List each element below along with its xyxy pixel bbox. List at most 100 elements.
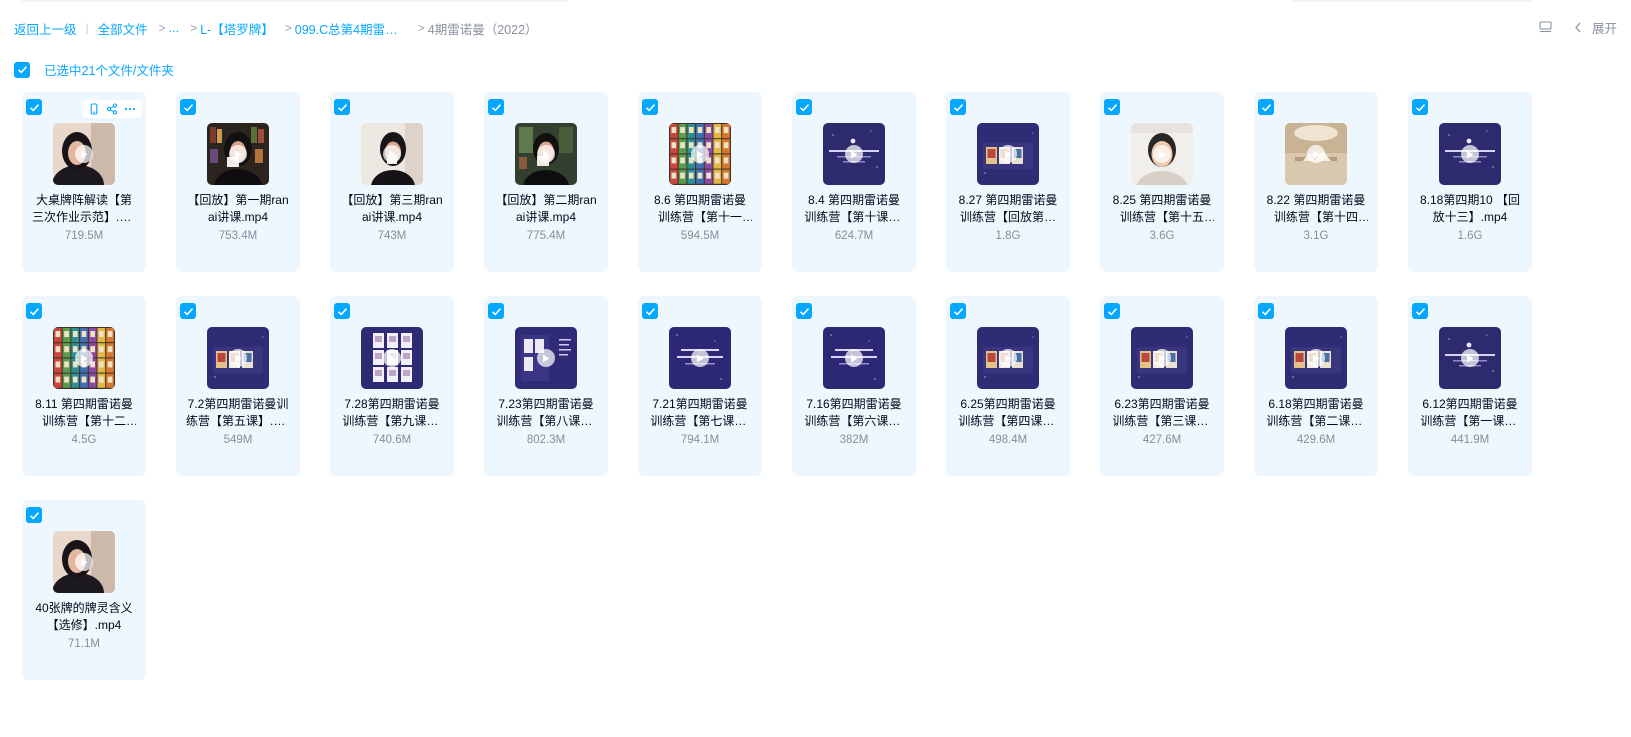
file-card[interactable]: 8.4 第四期雷诺曼训练营【第十课】.mp4 624.7M: [792, 92, 916, 272]
checkbox-checked-icon[interactable]: [796, 99, 812, 115]
video-thumbnail[interactable]: [823, 327, 885, 389]
video-thumbnail[interactable]: [1285, 327, 1347, 389]
video-thumbnail[interactable]: [207, 123, 269, 185]
share-icon[interactable]: [106, 103, 118, 115]
play-icon: [229, 145, 247, 163]
file-name[interactable]: 7.21第四期雷诺曼训练营【第七课】.mp4: [648, 396, 752, 430]
file-card[interactable]: 【回放】第二期ranai讲课.mp4 775.4M: [484, 92, 608, 272]
checkbox-checked-icon[interactable]: [1258, 99, 1274, 115]
file-name[interactable]: 8.4 第四期雷诺曼训练营【第十课】.mp4: [802, 192, 906, 226]
file-name[interactable]: 【回放】第三期ranai讲课.mp4: [340, 192, 444, 226]
breadcrumb-course[interactable]: 099.C总第4期雷诺曼训练营: [295, 19, 407, 38]
video-thumbnail[interactable]: [1285, 123, 1347, 185]
video-thumbnail[interactable]: [1131, 123, 1193, 185]
video-thumbnail[interactable]: [361, 123, 423, 185]
file-name[interactable]: 8.25 第四期雷诺曼训练营【第十五课】.mp4: [1110, 192, 1214, 226]
checkbox-checked-icon[interactable]: [1104, 99, 1120, 115]
select-all-checkbox[interactable]: 已选中21个文件/文件夹: [14, 60, 174, 79]
checkbox-checked-icon[interactable]: [642, 99, 658, 115]
file-name[interactable]: 6.23第四期雷诺曼训练营【第三课】.mp4: [1110, 396, 1214, 430]
file-card[interactable]: 6.25第四期雷诺曼训练营【第四课】.mp4 498.4M: [946, 296, 1070, 476]
breadcrumb-all-files[interactable]: 全部文件: [98, 19, 148, 38]
video-thumbnail[interactable]: [515, 123, 577, 185]
checkbox-checked-icon[interactable]: [796, 303, 812, 319]
video-thumbnail[interactable]: [977, 327, 1039, 389]
checkbox-checked-icon[interactable]: [642, 303, 658, 319]
checkbox-checked-icon[interactable]: [1412, 303, 1428, 319]
file-card[interactable]: 【回放】第一期ranai讲课.mp4 753.4M: [176, 92, 300, 272]
checkbox-checked-icon[interactable]: [14, 61, 30, 78]
file-card[interactable]: 8.11 第四期雷诺曼训练营【第十二课】.mp4 4.5G: [22, 296, 146, 476]
file-name[interactable]: 7.16第四期雷诺曼训练营【第六课】.mp4: [802, 396, 906, 430]
more-icon[interactable]: [124, 103, 136, 115]
video-thumbnail[interactable]: [669, 327, 731, 389]
video-thumbnail[interactable]: [977, 123, 1039, 185]
checkbox-checked-icon[interactable]: [180, 303, 196, 319]
play-icon: [1461, 349, 1479, 367]
breadcrumb-ellipsis[interactable]: ...: [169, 21, 179, 35]
checkbox-checked-icon[interactable]: [1412, 99, 1428, 115]
file-name[interactable]: 大桌牌阵解读【第三次作业示范】.mp4: [32, 192, 136, 226]
checkbox-checked-icon[interactable]: [180, 99, 196, 115]
video-thumbnail[interactable]: [823, 123, 885, 185]
file-card[interactable]: 8.6 第四期雷诺曼训练营【第十一课】.mp4 594.5M: [638, 92, 762, 272]
expand-button[interactable]: 展开: [1592, 18, 1617, 37]
file-name[interactable]: 40张牌的牌灵含义【选修】.mp4: [32, 600, 136, 634]
file-card[interactable]: 8.27 第四期雷诺曼训练营【回放第十六课】.mp4 1.8G: [946, 92, 1070, 272]
video-thumbnail[interactable]: [53, 123, 115, 185]
file-name[interactable]: 8.22 第四期雷诺曼训练营【第十四课】.mp4: [1264, 192, 1368, 226]
file-card[interactable]: 【回放】第三期ranai讲课.mp4 743M: [330, 92, 454, 272]
back-link[interactable]: 返回上一级: [14, 19, 77, 38]
file-name[interactable]: 7.28第四期雷诺曼训练营【第九课】.mp4: [340, 396, 444, 430]
checkbox-checked-icon[interactable]: [488, 99, 504, 115]
file-card[interactable]: 8.25 第四期雷诺曼训练营【第十五课】.mp4 3.6G: [1100, 92, 1224, 272]
video-thumbnail[interactable]: [1439, 327, 1501, 389]
video-thumbnail[interactable]: [53, 327, 115, 389]
file-card[interactable]: 40张牌的牌灵含义【选修】.mp4 71.1M: [22, 500, 146, 680]
file-name[interactable]: 8.18第四期10 【回放十三】.mp4: [1418, 192, 1522, 226]
file-card[interactable]: 7.2第四期雷诺曼训练营【第五课】.mp4 549M: [176, 296, 300, 476]
file-card[interactable]: 8.22 第四期雷诺曼训练营【第十四课】.mp4 3.1G: [1254, 92, 1378, 272]
file-card[interactable]: 8.18第四期10 【回放十三】.mp4 1.6G: [1408, 92, 1532, 272]
checkbox-checked-icon[interactable]: [488, 303, 504, 319]
file-name[interactable]: 8.27 第四期雷诺曼训练营【回放第十六课】.mp4: [956, 192, 1060, 226]
checkbox-checked-icon[interactable]: [950, 303, 966, 319]
file-name[interactable]: 8.11 第四期雷诺曼训练营【第十二课】.mp4: [32, 396, 136, 430]
video-thumbnail[interactable]: [1131, 327, 1193, 389]
file-card[interactable]: 6.23第四期雷诺曼训练营【第三课】.mp4 427.6M: [1100, 296, 1224, 476]
file-card[interactable]: 大桌牌阵解读【第三次作业示范】.mp4 719.5M: [22, 92, 146, 272]
checkbox-checked-icon[interactable]: [26, 99, 42, 115]
checkbox-checked-icon[interactable]: [334, 303, 350, 319]
file-name[interactable]: 【回放】第二期ranai讲课.mp4: [494, 192, 598, 226]
file-name[interactable]: 6.25第四期雷诺曼训练营【第四课】.mp4: [956, 396, 1060, 430]
file-name[interactable]: 6.12第四期雷诺曼训练营【第一课】.mp4: [1418, 396, 1522, 430]
file-card[interactable]: 7.16第四期雷诺曼训练营【第六课】.mp4 382M: [792, 296, 916, 476]
file-name[interactable]: 8.6 第四期雷诺曼训练营【第十一课】.mp4: [648, 192, 752, 226]
checkbox-checked-icon[interactable]: [1258, 303, 1274, 319]
file-name[interactable]: 7.2第四期雷诺曼训练营【第五课】.mp4: [186, 396, 290, 430]
video-thumbnail[interactable]: [207, 327, 269, 389]
file-size: 775.4M: [526, 230, 566, 242]
file-name[interactable]: 6.18第四期雷诺曼训练营【第二课】.mp4: [1264, 396, 1368, 430]
video-thumbnail[interactable]: [53, 531, 115, 593]
file-card[interactable]: 7.28第四期雷诺曼训练营【第九课】.mp4 740.6M: [330, 296, 454, 476]
video-thumbnail[interactable]: [669, 123, 731, 185]
video-thumbnail[interactable]: [1439, 123, 1501, 185]
breadcrumb-tarot[interactable]: L-【塔罗牌】: [200, 19, 274, 38]
file-card[interactable]: 7.21第四期雷诺曼训练营【第七课】.mp4 794.1M: [638, 296, 762, 476]
file-card[interactable]: 6.18第四期雷诺曼训练营【第二课】.mp4 429.6M: [1254, 296, 1378, 476]
video-thumbnail[interactable]: [515, 327, 577, 389]
file-name[interactable]: 【回放】第一期ranai讲课.mp4: [186, 192, 290, 226]
chevron-left-icon[interactable]: [1574, 22, 1582, 33]
checkbox-checked-icon[interactable]: [26, 507, 42, 523]
checkbox-checked-icon[interactable]: [26, 303, 42, 319]
checkbox-checked-icon[interactable]: [1104, 303, 1120, 319]
checkbox-checked-icon[interactable]: [950, 99, 966, 115]
file-card[interactable]: 7.23第四期雷诺曼训练营【第八课】.mp4 802.3M: [484, 296, 608, 476]
file-card[interactable]: 6.12第四期雷诺曼训练营【第一课】.mp4 441.9M: [1408, 296, 1532, 476]
checkbox-checked-icon[interactable]: [334, 99, 350, 115]
list-mode-icon[interactable]: [1539, 21, 1552, 34]
file-name[interactable]: 7.23第四期雷诺曼训练营【第八课】.mp4: [494, 396, 598, 430]
phone-icon[interactable]: [88, 103, 100, 115]
video-thumbnail[interactable]: [361, 327, 423, 389]
